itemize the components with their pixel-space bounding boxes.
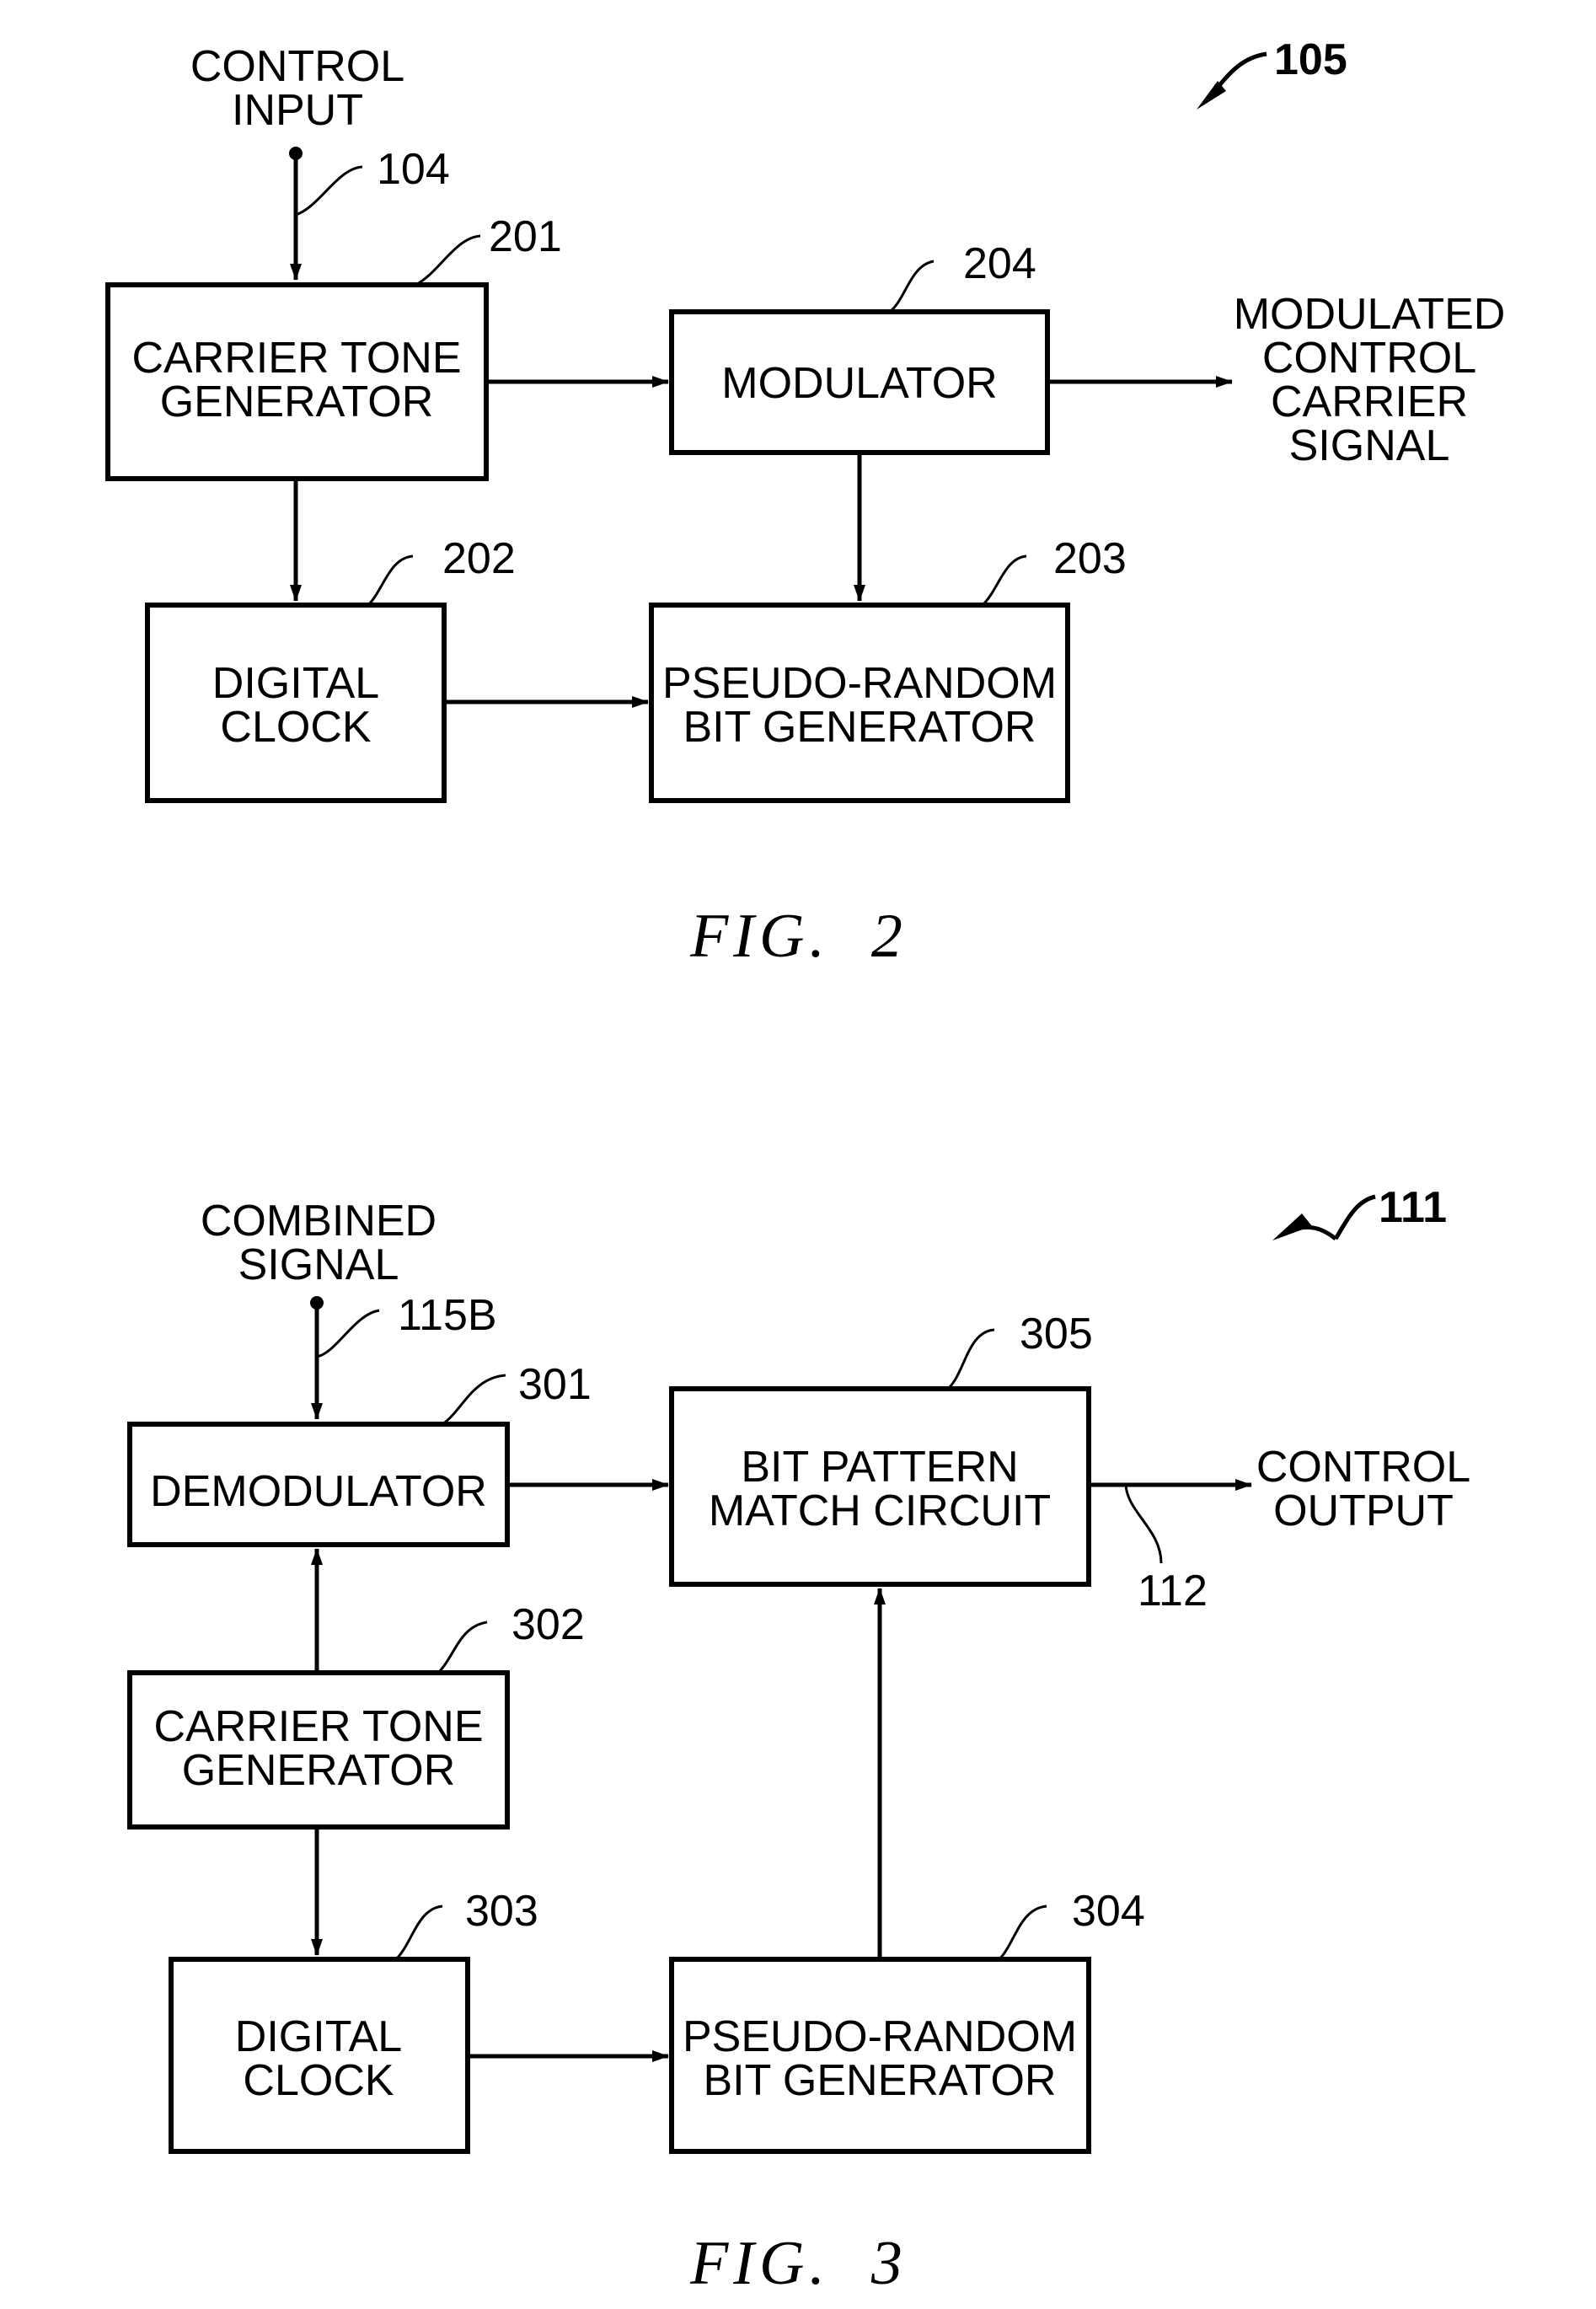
output-label-line4: SIGNAL xyxy=(1289,421,1450,470)
leader-204 xyxy=(889,260,935,313)
block-digital-clock: DIGITAL CLOCK xyxy=(145,603,447,803)
leader-203 xyxy=(981,554,1027,607)
block-pseudo-random-bit-generator: PSEUDO-RANDOM BIT GENERATOR xyxy=(669,1957,1091,2154)
combined-signal-label-line1: COMBINED xyxy=(201,1197,436,1246)
block-label: DEMODULATOR xyxy=(150,1467,487,1516)
block-label-line1: CARRIER TONE xyxy=(131,334,461,383)
combined-signal-label-line2: SIGNAL xyxy=(238,1240,399,1289)
block-label-line2: BIT GENERATOR xyxy=(704,2056,1057,2105)
leader-104 xyxy=(295,165,363,217)
leader-201 xyxy=(415,234,481,287)
block-modulator: MODULATOR xyxy=(669,309,1050,455)
patent-drawing-sheet: 105 CONTROL INPUT 104 CARRIER TONE GENER… xyxy=(105,35,1506,2298)
ref-302: 302 xyxy=(511,1600,585,1649)
ref-204: 204 xyxy=(963,239,1036,288)
leader-202 xyxy=(367,554,414,607)
ref-303: 303 xyxy=(465,1887,538,1936)
control-input-label-line2: INPUT xyxy=(232,86,363,135)
leader-301 xyxy=(442,1374,506,1426)
block-carrier-tone-generator: CARRIER TONE GENERATOR xyxy=(105,282,489,481)
leader-112 xyxy=(1124,1484,1163,1564)
block-label-line2: MATCH CIRCUIT xyxy=(709,1487,1051,1535)
block-demodulator: DEMODULATOR xyxy=(127,1422,510,1547)
block-label-line1: BIT PATTERN xyxy=(741,1443,1018,1492)
figure-caption: FIG. 3 xyxy=(689,2229,908,2298)
block-label: MODULATOR xyxy=(721,359,997,408)
leader-304 xyxy=(998,1905,1047,1961)
ref-115b: 115B xyxy=(398,1291,497,1340)
ref-202: 202 xyxy=(442,534,516,583)
figure-caption: FIG. 2 xyxy=(689,902,908,971)
ref-104: 104 xyxy=(377,145,450,194)
assembly-ref-label: 111 xyxy=(1379,1183,1447,1232)
assembly-ref-105: 105 xyxy=(1197,35,1347,110)
output-label-line2: CONTROL xyxy=(1262,334,1476,383)
ref-203: 203 xyxy=(1053,534,1127,583)
ref-112: 112 xyxy=(1138,1567,1208,1615)
block-label-line2: BIT GENERATOR xyxy=(683,703,1036,752)
control-output-label-line1: CONTROL xyxy=(1256,1443,1470,1492)
block-carrier-tone-generator: CARRIER TONE GENERATOR xyxy=(127,1670,510,1830)
leader-305 xyxy=(946,1328,995,1390)
leader-302 xyxy=(436,1621,488,1674)
block-label-line2: CLOCK xyxy=(243,2056,394,2105)
block-bit-pattern-match-circuit: BIT PATTERN MATCH CIRCUIT xyxy=(669,1386,1091,1587)
control-input-label-line1: CONTROL xyxy=(190,42,404,91)
output-label-line3: CARRIER xyxy=(1271,378,1468,426)
ref-301: 301 xyxy=(518,1360,592,1409)
ref-305: 305 xyxy=(1020,1310,1093,1358)
block-label-line2: CLOCK xyxy=(220,703,371,752)
block-label-line1: CARRIER TONE xyxy=(153,1702,483,1751)
block-digital-clock: DIGITAL CLOCK xyxy=(169,1957,470,2154)
block-label-line2: GENERATOR xyxy=(160,378,434,426)
block-label-line1: DIGITAL xyxy=(212,659,379,708)
output-label-line1: MODULATED xyxy=(1234,290,1506,339)
figure-3: 111 COMBINED SIGNAL 115B DEMODULATOR 301… xyxy=(127,1183,1470,2298)
block-pseudo-random-bit-generator: PSEUDO-RANDOM BIT GENERATOR xyxy=(649,603,1070,803)
block-label-line1: DIGITAL xyxy=(235,2012,402,2061)
leader-115b xyxy=(316,1309,380,1358)
figure-2: 105 CONTROL INPUT 104 CARRIER TONE GENER… xyxy=(105,35,1506,971)
ref-304: 304 xyxy=(1072,1887,1145,1936)
control-output-label-line2: OUTPUT xyxy=(1273,1487,1454,1535)
ref-201: 201 xyxy=(489,212,562,261)
assembly-ref-label: 105 xyxy=(1274,35,1347,84)
block-label-line2: GENERATOR xyxy=(182,1746,456,1795)
block-label-line1: PSEUDO-RANDOM xyxy=(662,659,1057,708)
leader-303 xyxy=(394,1905,443,1961)
block-label-line1: PSEUDO-RANDOM xyxy=(683,2012,1077,2061)
assembly-ref-111: 111 xyxy=(1272,1183,1447,1240)
